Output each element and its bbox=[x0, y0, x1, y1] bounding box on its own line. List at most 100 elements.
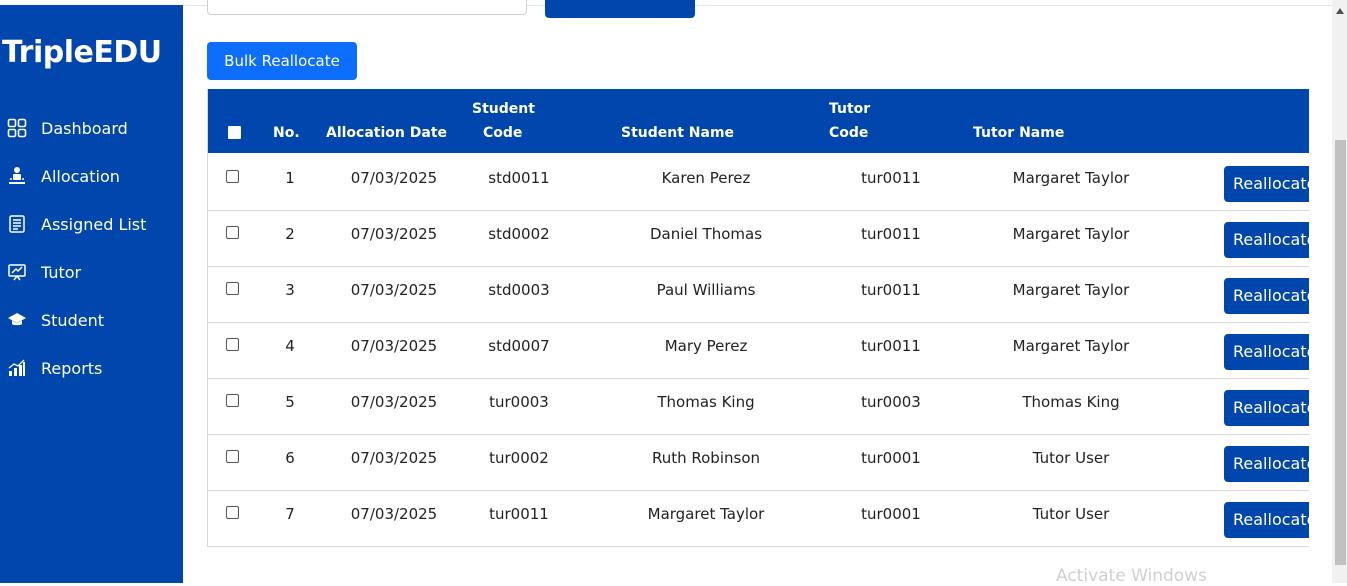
cell-allocation-date: 07/03/2025 bbox=[350, 505, 438, 523]
bulk-reallocate-button[interactable]: Bulk Reallocate bbox=[207, 42, 357, 80]
sidebar-item-allocation[interactable]: Allocation bbox=[7, 164, 120, 188]
brand-logo[interactable]: TripleEDU bbox=[2, 35, 162, 70]
cell-tutor-name: Tutor User bbox=[1032, 505, 1110, 523]
select-all-checkbox[interactable] bbox=[228, 126, 241, 139]
cell-tutor-name: Margaret Taylor bbox=[1012, 225, 1130, 243]
scroll-up-arrow-icon[interactable] bbox=[1336, 8, 1344, 14]
cell-tutor-code: tur0001 bbox=[861, 505, 921, 523]
sidebar-item-reports[interactable]: Reports bbox=[7, 356, 102, 380]
sidebar-item-label: Tutor bbox=[41, 262, 82, 282]
cell-no: 2 bbox=[285, 225, 295, 243]
cell-student-code: std0003 bbox=[488, 281, 550, 299]
sidebar-item-dashboard[interactable]: Dashboard bbox=[7, 116, 128, 140]
cell-allocation-date: 07/03/2025 bbox=[350, 449, 438, 467]
header-tutor-code-line1: Tutor bbox=[829, 101, 871, 117]
reallocate-button[interactable]: Reallocate bbox=[1224, 222, 1309, 258]
allocation-icon bbox=[7, 166, 27, 186]
table-row: 1 07/03/2025 std0011 Karen Perez tur0011 Marg… bbox=[208, 154, 1309, 211]
cell-allocation-date: 07/03/2025 bbox=[350, 169, 438, 187]
cell-tutor-code: tur0011 bbox=[861, 281, 921, 299]
tutor-icon bbox=[7, 262, 27, 282]
activate-windows-watermark: Activate Windows bbox=[1056, 566, 1207, 586]
row-checkbox[interactable] bbox=[226, 506, 239, 519]
row-checkbox[interactable] bbox=[226, 338, 239, 351]
sidebar: TripleEDU Dashboard Allocation Assigned … bbox=[0, 5, 183, 583]
reallocate-button[interactable]: Reallocate bbox=[1224, 502, 1309, 538]
table-row: 7 07/03/2025 tur0011 Margaret Taylor tur0001… bbox=[208, 490, 1309, 546]
header-allocation-date: Allocation Date bbox=[326, 125, 448, 141]
cell-no: 1 bbox=[285, 169, 295, 187]
reallocate-button[interactable]: Reallocate bbox=[1224, 334, 1309, 370]
sidebar-item-tutor[interactable]: Tutor bbox=[7, 260, 81, 284]
sidebar-item-student[interactable]: Student bbox=[7, 308, 104, 332]
header-student-name: Student Name bbox=[621, 125, 735, 141]
cell-student-name: Thomas King bbox=[657, 393, 755, 411]
cell-tutor-code: tur0011 bbox=[861, 337, 921, 355]
table-row: 2 07/03/2025 std0002 Daniel Thomas tur0011 Ma… bbox=[208, 210, 1309, 267]
cell-no: 3 bbox=[285, 281, 295, 299]
header-no: No. bbox=[273, 125, 300, 141]
row-checkbox[interactable] bbox=[226, 394, 239, 407]
table-row: 4 07/03/2025 std0007 Mary Perez tur0011 Marga… bbox=[208, 322, 1309, 379]
row-checkbox[interactable] bbox=[226, 450, 239, 463]
cell-student-name: Mary Perez bbox=[664, 337, 748, 355]
sidebar-item-label: Allocation bbox=[41, 166, 120, 186]
reallocate-button[interactable]: Reallocate bbox=[1224, 278, 1309, 314]
cell-allocation-date: 07/03/2025 bbox=[350, 281, 438, 299]
scrollbar-thumb[interactable] bbox=[1335, 140, 1346, 565]
cell-tutor-name: Thomas King bbox=[1022, 393, 1120, 411]
cell-allocation-date: 07/03/2025 bbox=[350, 337, 438, 355]
header-student-code-line1: Student bbox=[472, 101, 535, 117]
row-checkbox[interactable] bbox=[226, 170, 239, 183]
table-row: 3 07/03/2025 std0003 Paul Williams tur0011 Ma… bbox=[208, 266, 1309, 323]
graduation-cap-icon bbox=[7, 310, 27, 330]
cell-student-code: tur0002 bbox=[489, 449, 549, 467]
cell-student-code: tur0011 bbox=[489, 505, 549, 523]
cell-tutor-code: tur0003 bbox=[861, 393, 921, 411]
cell-allocation-date: 07/03/2025 bbox=[350, 225, 438, 243]
header-student-code-line2: Code bbox=[483, 125, 523, 141]
cell-tutor-name: Margaret Taylor bbox=[1012, 281, 1130, 299]
cell-no: 5 bbox=[285, 393, 295, 411]
cell-tutor-code: tur0001 bbox=[861, 449, 921, 467]
cell-no: 6 bbox=[285, 449, 295, 467]
reallocate-button[interactable]: Reallocate bbox=[1224, 446, 1309, 482]
cell-tutor-code: tur0011 bbox=[861, 225, 921, 243]
cell-tutor-name: Tutor User bbox=[1032, 449, 1110, 467]
allocation-table: No. Allocation Date Student Code Student… bbox=[207, 89, 1309, 547]
cell-student-name: Karen Perez bbox=[661, 169, 751, 187]
cell-tutor-name: Margaret Taylor bbox=[1012, 169, 1130, 187]
cell-student-code: std0011 bbox=[488, 169, 550, 187]
search-input[interactable] bbox=[207, 0, 527, 15]
row-checkbox[interactable] bbox=[226, 282, 239, 295]
dashboard-icon bbox=[7, 118, 27, 138]
cell-allocation-date: 07/03/2025 bbox=[350, 393, 438, 411]
reallocate-button[interactable]: Reallocate bbox=[1224, 166, 1309, 202]
table-row: 5 07/03/2025 tur0003 Thomas King tur0003 Thom… bbox=[208, 378, 1309, 435]
sidebar-item-assigned-list[interactable]: Assigned List bbox=[7, 212, 146, 236]
table-row: 6 07/03/2025 tur0002 Ruth Robinson tur0001 Tu… bbox=[208, 434, 1309, 491]
cell-no: 4 bbox=[285, 337, 295, 355]
row-checkbox[interactable] bbox=[226, 226, 239, 239]
sidebar-item-label: Reports bbox=[41, 358, 103, 378]
table-header: No. Allocation Date Student Code Student… bbox=[208, 89, 1309, 153]
sidebar-item-label: Dashboard bbox=[41, 118, 128, 138]
cell-student-name: Ruth Robinson bbox=[651, 449, 761, 467]
search-button[interactable] bbox=[545, 0, 695, 18]
cell-student-code: std0007 bbox=[488, 337, 550, 355]
cell-student-code: tur0003 bbox=[489, 393, 549, 411]
cell-tutor-name: Margaret Taylor bbox=[1012, 337, 1130, 355]
cell-tutor-code: tur0011 bbox=[861, 169, 921, 187]
header-tutor-name: Tutor Name bbox=[973, 125, 1065, 141]
cell-student-name: Daniel Thomas bbox=[649, 225, 763, 243]
cell-no: 7 bbox=[285, 505, 295, 523]
reallocate-button[interactable]: Reallocate bbox=[1224, 390, 1309, 426]
sidebar-item-label: Assigned List bbox=[41, 214, 147, 234]
cell-student-name: Margaret Taylor bbox=[647, 505, 765, 523]
header-tutor-code-line2: Code bbox=[829, 125, 869, 141]
cell-student-name: Paul Williams bbox=[656, 281, 756, 299]
cell-student-code: std0002 bbox=[488, 225, 550, 243]
chart-icon bbox=[7, 358, 27, 378]
list-icon bbox=[7, 214, 27, 234]
sidebar-item-label: Student bbox=[41, 310, 104, 330]
